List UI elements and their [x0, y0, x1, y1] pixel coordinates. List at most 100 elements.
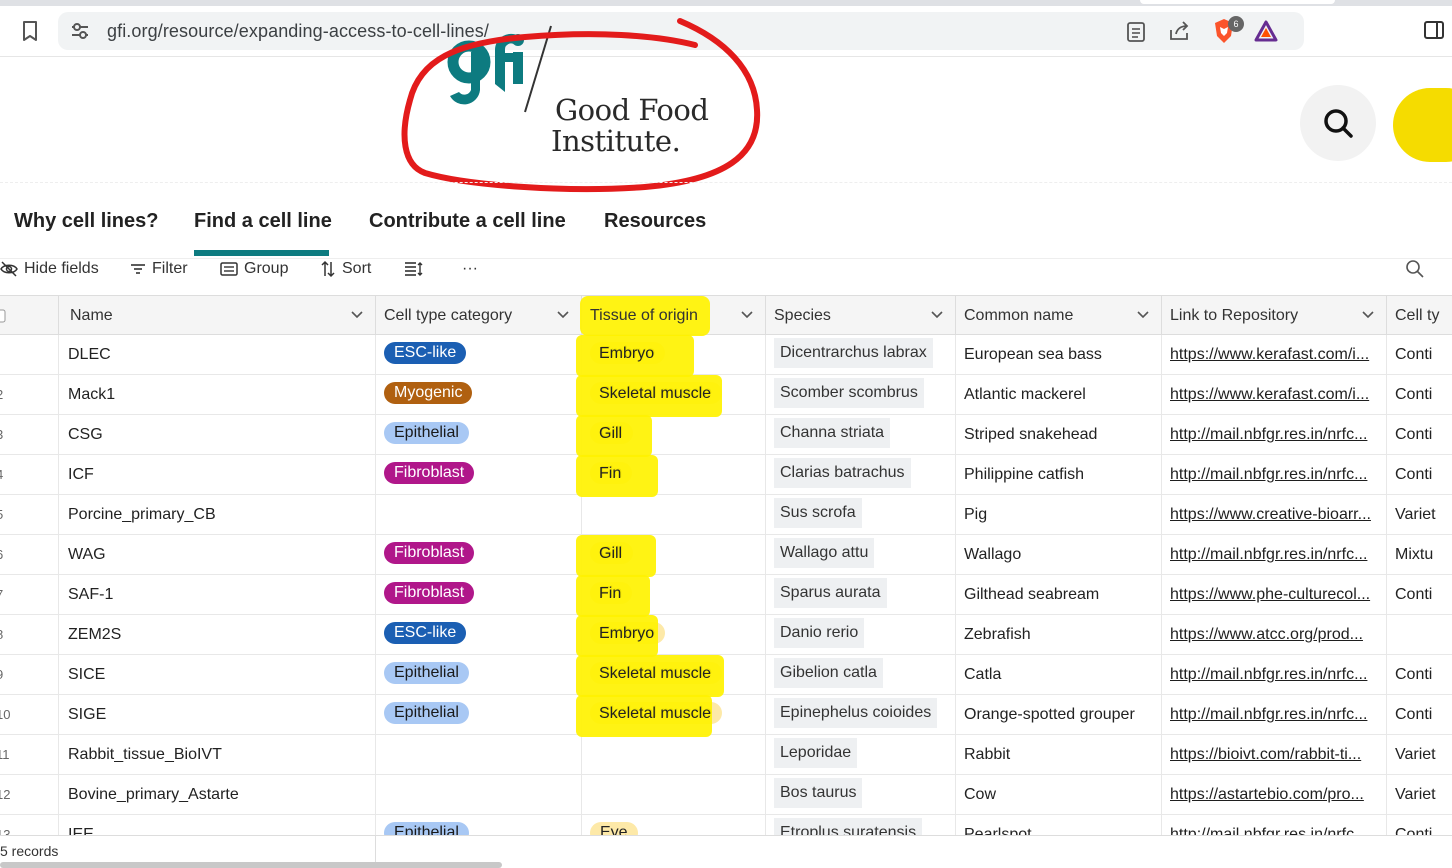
cell-cell-ty[interactable]: Conti: [1387, 415, 1452, 455]
cell-link[interactable]: http://mail.nbfgr.res.in/nrfc...: [1162, 815, 1387, 835]
cell-cell-type[interactable]: Epithelial: [376, 815, 582, 835]
cell-cell-type[interactable]: [376, 735, 582, 775]
table-row[interactable]: 11 Rabbit_tissue_BioIVT Leporidae Rabbit htt…: [0, 735, 1452, 775]
column-header-cell-type-category[interactable]: Cell type category: [376, 296, 582, 335]
cell-species[interactable]: Epinephelus coioides: [766, 695, 956, 735]
table-row[interactable]: 4 ICF Fibroblast Fin Clarias batrachus Philip…: [0, 455, 1452, 495]
nav-find-a-cell-line[interactable]: Find a cell line: [194, 210, 332, 233]
cell-link[interactable]: http://mail.nbfgr.res.in/nrfc...: [1162, 415, 1387, 455]
table-row[interactable]: 6 WAG Fibroblast Gill Wallago attu Wallago htt…: [0, 535, 1452, 575]
cell-cell-ty[interactable]: Conti: [1387, 655, 1452, 695]
cell-common[interactable]: Zebrafish: [956, 615, 1162, 655]
url-text[interactable]: gfi.org/resource/expanding-access-to-cel…: [107, 21, 489, 42]
share-icon[interactable]: [1168, 20, 1190, 42]
table-row[interactable]: 12 Bovine_primary_Astarte Bos taurus Cow htt…: [0, 775, 1452, 815]
cell-link[interactable]: http://mail.nbfgr.res.in/nrfc...: [1162, 655, 1387, 695]
repository-link[interactable]: https://www.phe-culturecol...: [1170, 586, 1370, 603]
cell-common[interactable]: Rabbit: [956, 735, 1162, 775]
repository-link[interactable]: https://www.atcc.org/prod...: [1170, 626, 1363, 643]
cell-cell-ty[interactable]: Conti: [1387, 575, 1452, 615]
more-options-button[interactable]: ···: [462, 259, 478, 279]
site-settings-icon[interactable]: [70, 22, 90, 40]
cell-link[interactable]: http://mail.nbfgr.res.in/nrfc...: [1162, 695, 1387, 735]
repository-link[interactable]: https://www.creative-bioarr...: [1170, 506, 1371, 523]
cell-common[interactable]: Orange-spotted grouper: [956, 695, 1162, 735]
brave-rewards-icon[interactable]: [1254, 20, 1278, 42]
filter-button[interactable]: Filter: [130, 259, 188, 279]
table-row[interactable]: 13 IEE Epithelial Eye Etroplus suratensis Pea…: [0, 815, 1452, 835]
cell-species[interactable]: Bos taurus: [766, 775, 956, 815]
nav-resources[interactable]: Resources: [604, 210, 706, 233]
select-all-checkbox-cell[interactable]: [0, 296, 59, 335]
cell-cell-ty[interactable]: [1387, 615, 1452, 655]
cell-name[interactable]: CSG: [59, 415, 376, 455]
cell-name[interactable]: Rabbit_tissue_BioIVT: [59, 735, 376, 775]
cell-common[interactable]: Striped snakehead: [956, 415, 1162, 455]
cell-cell-type[interactable]: ESC-like: [376, 615, 582, 655]
cell-species[interactable]: Clarias batrachus: [766, 455, 956, 495]
cell-name[interactable]: Mack1: [59, 375, 376, 415]
chevron-down-icon[interactable]: [351, 311, 363, 319]
cell-cell-ty[interactable]: Mixtu: [1387, 535, 1452, 575]
cell-name[interactable]: Bovine_primary_Astarte: [59, 775, 376, 815]
cell-cell-type[interactable]: Epithelial: [376, 695, 582, 735]
cell-tissue[interactable]: [582, 735, 766, 775]
table-row[interactable]: 2 Mack1 Myogenic Skeletal muscle Scomber sco…: [0, 375, 1452, 415]
cell-species[interactable]: Danio rerio: [766, 615, 956, 655]
cell-common[interactable]: Atlantic mackerel: [956, 375, 1162, 415]
cell-cell-ty[interactable]: Conti: [1387, 455, 1452, 495]
cell-common[interactable]: Gilthead seabream: [956, 575, 1162, 615]
cell-cell-type[interactable]: Fibroblast: [376, 575, 582, 615]
cell-common[interactable]: European sea bass: [956, 335, 1162, 375]
cell-species[interactable]: Scomber scombrus: [766, 375, 956, 415]
cell-cell-type[interactable]: Fibroblast: [376, 455, 582, 495]
repository-link[interactable]: https://bioivt.com/rabbit-ti...: [1170, 746, 1361, 763]
hide-fields-button[interactable]: Hide fields: [0, 259, 99, 279]
table-row[interactable]: 5 Porcine_primary_CB Sus scrofa Pig https://…: [0, 495, 1452, 535]
cell-cell-ty[interactable]: Conti: [1387, 335, 1452, 375]
cell-cell-type[interactable]: [376, 495, 582, 535]
nav-why-cell-lines[interactable]: Why cell lines?: [14, 210, 158, 233]
cell-cell-ty[interactable]: Variet: [1387, 495, 1452, 535]
cell-name[interactable]: IEE: [59, 815, 376, 835]
cell-name[interactable]: SAF-1: [59, 575, 376, 615]
cell-tissue[interactable]: [582, 775, 766, 815]
table-row[interactable]: 7 SAF-1 Fibroblast Fin Sparus aurata Gilthead…: [0, 575, 1452, 615]
horizontal-scrollbar[interactable]: [0, 862, 502, 868]
column-header-common-name[interactable]: Common name: [956, 296, 1162, 335]
cell-name[interactable]: WAG: [59, 535, 376, 575]
chevron-down-icon[interactable]: [1137, 311, 1149, 319]
cell-species[interactable]: Leporidae: [766, 735, 956, 775]
cell-cell-ty[interactable]: Variet: [1387, 775, 1452, 815]
cell-common[interactable]: Cow: [956, 775, 1162, 815]
group-button[interactable]: Group: [220, 259, 288, 279]
repository-link[interactable]: http://mail.nbfgr.res.in/nrfc...: [1170, 666, 1367, 683]
cell-link[interactable]: https://www.kerafast.com/i...: [1162, 375, 1387, 415]
cell-cell-ty[interactable]: Conti: [1387, 375, 1452, 415]
repository-link[interactable]: https://www.kerafast.com/i...: [1170, 346, 1369, 363]
cell-link[interactable]: https://www.atcc.org/prod...: [1162, 615, 1387, 655]
cell-cell-ty[interactable]: Conti: [1387, 695, 1452, 735]
cell-cell-type[interactable]: [376, 775, 582, 815]
cell-link[interactable]: http://mail.nbfgr.res.in/nrfc...: [1162, 535, 1387, 575]
cell-name[interactable]: Porcine_primary_CB: [59, 495, 376, 535]
cell-species[interactable]: Sparus aurata: [766, 575, 956, 615]
repository-link[interactable]: http://mail.nbfgr.res.in/nrfc...: [1170, 826, 1367, 835]
cell-cell-type[interactable]: Epithelial: [376, 655, 582, 695]
cell-common[interactable]: Philippine catfish: [956, 455, 1162, 495]
cell-name[interactable]: SICE: [59, 655, 376, 695]
reader-mode-icon[interactable]: [1126, 21, 1146, 43]
cell-cell-type[interactable]: Myogenic: [376, 375, 582, 415]
cell-name[interactable]: ICF: [59, 455, 376, 495]
cell-cell-type[interactable]: Fibroblast: [376, 535, 582, 575]
column-header-species[interactable]: Species: [766, 296, 956, 335]
cell-common[interactable]: Pig: [956, 495, 1162, 535]
cell-cell-ty[interactable]: Conti: [1387, 815, 1452, 835]
cell-tissue[interactable]: Eye: [582, 815, 766, 835]
table-row[interactable]: 10 SIGE Epithelial Skeletal muscle Epinephel…: [0, 695, 1452, 735]
cell-species[interactable]: Gibelion catla: [766, 655, 956, 695]
bookmark-icon[interactable]: [20, 20, 40, 42]
chevron-down-icon[interactable]: [557, 311, 569, 319]
repository-link[interactable]: http://mail.nbfgr.res.in/nrfc...: [1170, 426, 1367, 443]
cell-common[interactable]: Pearlspot: [956, 815, 1162, 835]
